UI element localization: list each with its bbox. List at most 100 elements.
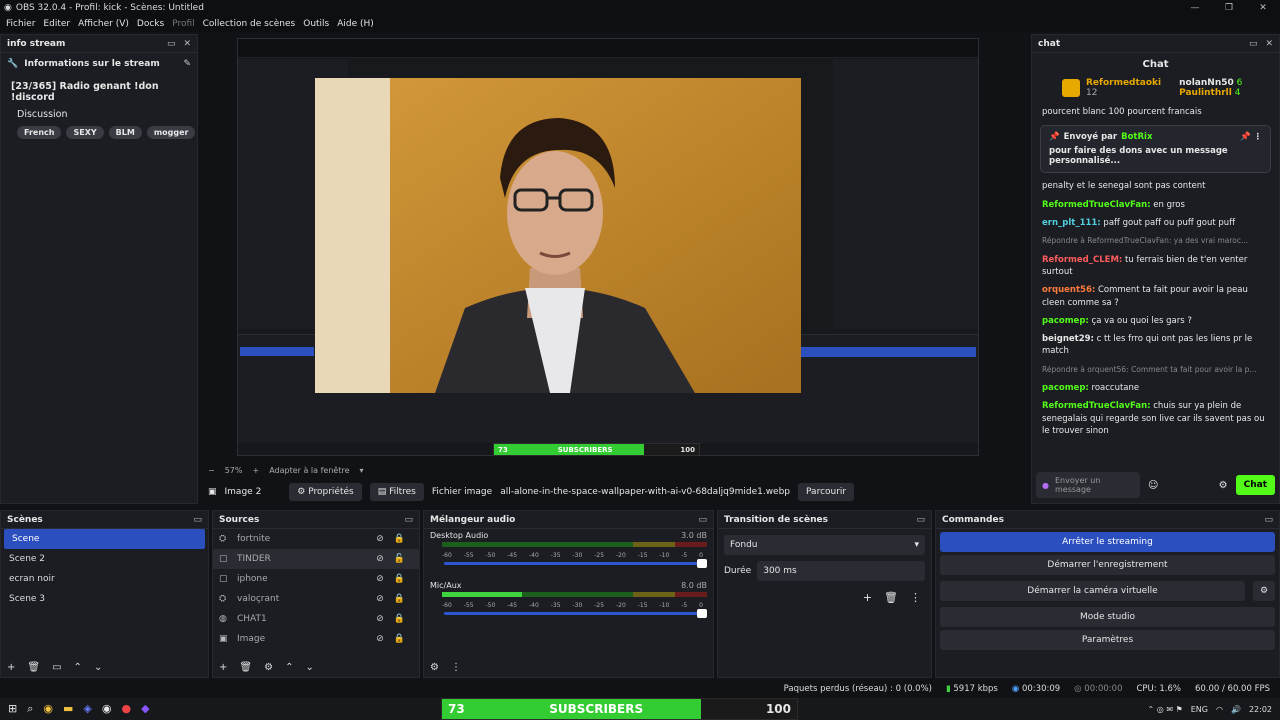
unlock-icon[interactable]: 🔓 [394, 554, 405, 564]
add-icon[interactable]: + [863, 591, 872, 604]
lock-icon[interactable]: 🔒 [394, 534, 405, 544]
scene-item[interactable]: ecran noir [1, 569, 208, 589]
slider-knob[interactable] [697, 609, 707, 618]
mixer-settings-icon[interactable]: ⚙ [430, 662, 439, 673]
up-icon[interactable]: ⌃ [285, 662, 293, 673]
volume-slider[interactable] [444, 609, 707, 618]
windows-start-icon[interactable]: ⊞ [8, 702, 17, 716]
properties-button[interactable]: ⚙ Propriétés [289, 483, 362, 501]
scene-item[interactable]: Scene 3 [1, 589, 208, 609]
stop-streaming-button[interactable]: Arrêter le streaming [940, 532, 1275, 552]
menu-docks[interactable]: Docks [137, 19, 164, 29]
add-icon[interactable]: + [7, 662, 15, 673]
float-icon[interactable]: ▭ [698, 515, 707, 525]
settings-icon[interactable]: ⚙ [1219, 480, 1228, 491]
chat-username[interactable]: ReformedTrueClavFan: [1042, 200, 1151, 210]
more-icon[interactable]: ⋮ [910, 591, 921, 604]
chat-username[interactable]: pacomep: [1042, 383, 1089, 393]
float-icon[interactable]: ▭ [404, 515, 413, 525]
unpin-icon[interactable]: 📌 ⋮ [1240, 132, 1262, 142]
settings-icon[interactable]: ⚙ [264, 662, 273, 673]
chrome-icon[interactable]: ◉ [43, 702, 53, 716]
menu-file[interactable]: Fichier [6, 19, 35, 29]
trash-icon[interactable]: 🗑 [239, 662, 252, 673]
float-icon[interactable]: ▭ [167, 39, 176, 49]
source-item[interactable]: ▢ iphone ⊘ 🔒 [213, 569, 419, 589]
tray-icons[interactable]: ⌃ ◎ ✉ ⚑ [1148, 705, 1183, 714]
chat-username[interactable]: ern_plt_111: [1042, 218, 1101, 228]
obs-icon[interactable]: ◉ [102, 702, 112, 716]
hidden-eye-icon[interactable]: ⊘ [376, 534, 384, 544]
duration-input[interactable]: 300 ms [757, 561, 925, 581]
add-icon[interactable]: + [219, 662, 227, 673]
source-item[interactable]: ▢ TINDER ⊘ 🔓 [213, 549, 419, 569]
edit-icon[interactable]: ✎ [183, 59, 191, 69]
close-button[interactable]: ✕ [1246, 0, 1280, 16]
float-icon[interactable]: ▭ [1249, 39, 1258, 49]
start-virtual-camera-button[interactable]: Démarrer la caméra virtuelle [940, 581, 1245, 601]
menu-tools[interactable]: Outils [303, 19, 329, 29]
chat-send-button[interactable]: Chat [1235, 475, 1275, 495]
studio-mode-button[interactable]: Mode studio [940, 607, 1275, 627]
chat-username[interactable]: pacomep: [1042, 316, 1089, 326]
hidden-eye-icon[interactable]: ⊘ [376, 634, 384, 644]
scene-item[interactable]: Scene 2 [1, 549, 208, 569]
chat-username[interactable]: orquent56: [1042, 285, 1095, 295]
app-icon[interactable]: ● [121, 702, 131, 716]
filters-button[interactable]: ▤ Filtres [369, 483, 424, 501]
chat-input[interactable]: Envoyer un message [1055, 476, 1134, 494]
explorer-icon[interactable]: ▬ [63, 702, 73, 716]
settings-button[interactable]: Paramètres [940, 630, 1275, 650]
zoom-in-button[interactable]: + [252, 466, 259, 475]
chat-username[interactable]: beignet29: [1042, 334, 1094, 344]
source-item[interactable]: ⛭ valoçrant ⊘ 🔒 [213, 589, 419, 609]
more-icon[interactable]: ⋮ [451, 662, 461, 673]
float-icon[interactable]: ▭ [193, 515, 202, 525]
search-icon[interactable]: ⌕ [27, 702, 33, 716]
lock-icon[interactable]: 🔒 [394, 574, 405, 584]
volume-icon[interactable]: 🔊 [1231, 705, 1241, 714]
lock-icon[interactable]: 🔒 [394, 634, 405, 644]
lock-icon[interactable]: 🔒 [394, 614, 405, 624]
browse-button[interactable]: Parcourir [798, 483, 855, 501]
trash-icon[interactable]: 🗑 [27, 662, 40, 673]
float-icon[interactable]: ▭ [916, 515, 925, 525]
filter-icon[interactable]: ▭ [52, 662, 61, 673]
hidden-eye-icon[interactable]: ⊘ [376, 554, 384, 564]
source-item[interactable]: ◍ CHAT1 ⊘ 🔒 [213, 609, 419, 629]
source-item[interactable]: ▣ Image ⊘ 🔒 [213, 629, 419, 649]
chat-username[interactable]: ReformedTrueClavFan: [1042, 401, 1151, 411]
close-icon[interactable]: ✕ [183, 39, 191, 49]
app-icon[interactable]: ◆ [141, 702, 149, 716]
minimize-button[interactable]: — [1178, 0, 1212, 16]
clock[interactable]: 22:02 [1249, 705, 1272, 714]
chevron-down-icon[interactable]: ▾ [359, 466, 363, 475]
hidden-eye-icon[interactable]: ⊘ [376, 574, 384, 584]
gear-icon[interactable]: ⚙ [1253, 581, 1275, 601]
menu-scene-collection[interactable]: Collection de scènes [203, 19, 296, 29]
zoom-out-button[interactable]: − [208, 466, 215, 475]
trash-icon[interactable]: 🗑 [884, 591, 898, 604]
source-item[interactable]: ⛭ fortnite ⊘ 🔒 [213, 529, 419, 549]
language[interactable]: ENG [1191, 705, 1208, 714]
chat-username[interactable]: Reformed_CLEM: [1042, 255, 1122, 265]
fit-select[interactable]: Adapter à la fenêtre [269, 466, 349, 475]
volume-slider[interactable] [444, 559, 707, 568]
maximize-button[interactable]: ❐ [1212, 0, 1246, 16]
wifi-icon[interactable]: ◠ [1216, 705, 1223, 714]
hidden-eye-icon[interactable]: ⊘ [376, 594, 384, 604]
hidden-eye-icon[interactable]: ⊘ [376, 614, 384, 624]
emoji-icon[interactable]: ☺ [1148, 480, 1158, 491]
slider-knob[interactable] [697, 559, 707, 568]
menu-help[interactable]: Aide (H) [337, 19, 374, 29]
close-icon[interactable]: ✕ [1265, 39, 1273, 49]
float-icon[interactable]: ▭ [1264, 515, 1273, 525]
lock-icon[interactable]: 🔒 [394, 594, 405, 604]
up-icon[interactable]: ⌃ [74, 662, 82, 673]
menu-edit[interactable]: Editer [43, 19, 70, 29]
transition-select[interactable]: Fondu ▾ [724, 535, 925, 555]
menu-profile[interactable]: Profil [172, 19, 194, 29]
menu-view[interactable]: Afficher (V) [78, 19, 129, 29]
discord-icon[interactable]: ◈ [83, 702, 91, 716]
down-icon[interactable]: ⌄ [94, 662, 102, 673]
